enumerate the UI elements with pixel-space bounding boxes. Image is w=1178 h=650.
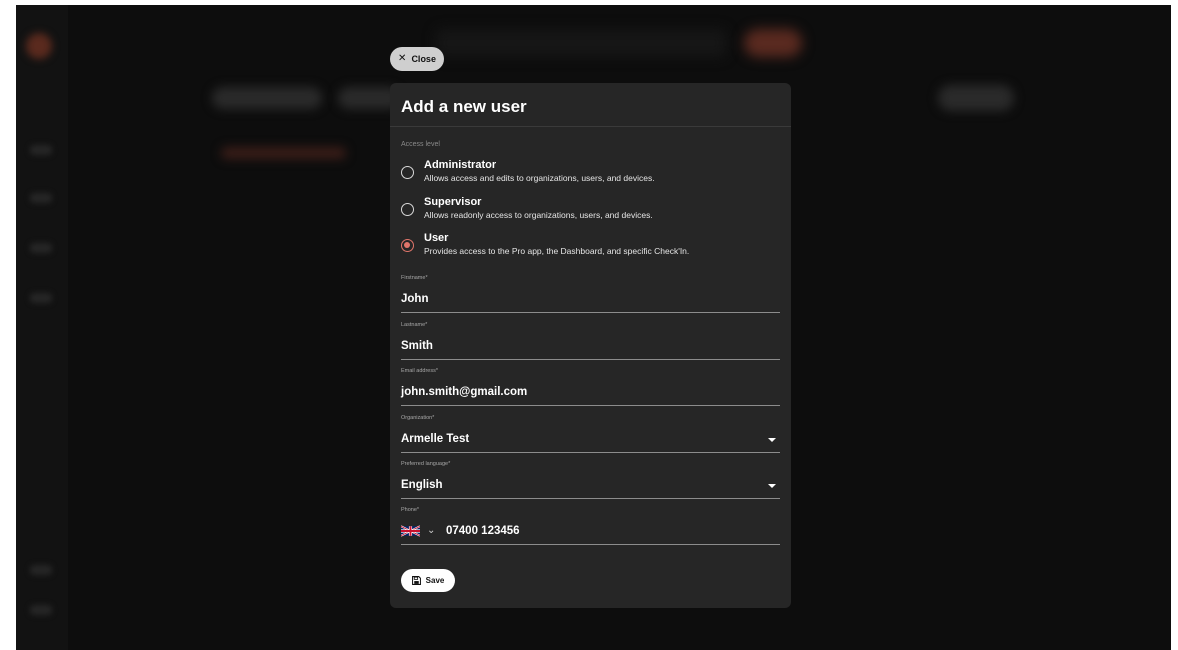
chevron-down-icon[interactable]: ⌄ [427, 525, 435, 537]
modal-title: Add a new user [401, 96, 527, 116]
background-tab [212, 87, 322, 109]
phone-field[interactable]: Phone* ⌄ 07400 123456 [401, 507, 780, 545]
phone-label: Phone* [401, 507, 420, 513]
access-option-title: User [424, 232, 449, 244]
background-action-button [938, 85, 1014, 111]
caret-down-icon[interactable] [768, 438, 776, 442]
language-value[interactable]: English [401, 479, 443, 491]
background-topbar [436, 29, 726, 57]
access-option-user[interactable]: User Provides access to the Pro app, the… [401, 232, 781, 264]
modal-header: Add a new user [390, 83, 791, 127]
background-nav-item [30, 565, 52, 575]
background-logo [26, 33, 52, 59]
access-option-administrator[interactable]: Administrator Allows access and edits to… [401, 159, 781, 191]
lastname-value[interactable]: Smith [401, 340, 433, 352]
access-option-description: Provides access to the Pro app, the Dash… [424, 246, 690, 256]
firstname-field[interactable]: Firstname* John [401, 275, 780, 313]
email-field[interactable]: Email address* john.smith@gmail.com [401, 368, 780, 406]
language-select[interactable]: Preferred language* English [401, 461, 780, 499]
background-nav-item [30, 145, 52, 155]
app-screen: ✕ Close Add a new user Access level Admi… [16, 5, 1171, 650]
close-button-label: Close [411, 54, 436, 64]
access-option-title: Supervisor [424, 196, 482, 208]
background-sidebar [16, 5, 68, 650]
uk-flag-icon[interactable] [401, 525, 420, 537]
background-nav-item [30, 605, 52, 615]
phone-value[interactable]: 07400 123456 [446, 525, 520, 537]
save-button-label: Save [425, 576, 445, 585]
background-nav-item [30, 193, 52, 203]
access-option-description: Allows readonly access to organizations,… [424, 210, 653, 220]
lastname-label: Lastname* [401, 322, 428, 328]
email-value[interactable]: john.smith@gmail.com [401, 386, 527, 398]
radio-unselected-icon[interactable] [401, 166, 414, 179]
add-user-modal: Add a new user Access level Administrato… [390, 83, 791, 608]
close-icon: ✕ [398, 53, 407, 64]
access-option-description: Allows access and edits to organizations… [424, 173, 655, 183]
organization-select[interactable]: Organization* Armelle Test [401, 415, 780, 453]
background-nav-item [30, 243, 52, 253]
access-level-label: Access level [401, 141, 440, 148]
firstname-value[interactable]: John [401, 293, 428, 305]
organization-label: Organization* [401, 415, 435, 421]
email-label: Email address* [401, 368, 438, 374]
access-option-title: Administrator [424, 159, 497, 171]
radio-selected-icon[interactable] [401, 239, 414, 252]
firstname-label: Firstname* [401, 275, 428, 281]
radio-unselected-icon[interactable] [401, 203, 414, 216]
close-button[interactable]: ✕ Close [390, 47, 444, 71]
background-row [221, 147, 346, 159]
caret-down-icon[interactable] [768, 484, 776, 488]
language-label: Preferred language* [401, 461, 451, 467]
organization-value[interactable]: Armelle Test [401, 433, 469, 445]
save-icon [411, 576, 421, 585]
access-option-supervisor[interactable]: Supervisor Allows readonly access to org… [401, 196, 781, 228]
background-nav-item [30, 293, 52, 303]
save-button[interactable]: Save [401, 569, 455, 592]
background-accent-button [744, 29, 802, 57]
lastname-field[interactable]: Lastname* Smith [401, 322, 780, 360]
